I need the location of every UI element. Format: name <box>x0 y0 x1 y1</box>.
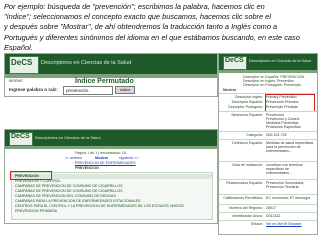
index-logo: DeCS <box>11 133 30 140</box>
field-value-record-number: 28517 <box>266 206 276 210</box>
decs-header-title: Descriptores en Ciencias de la Salud <box>41 60 132 66</box>
decs-search-screenshot: DeCS Descriptores en Ciencias de la Salu… <box>4 53 218 97</box>
decs-details-header-title: Descriptores en Ciencias de la Salud <box>249 59 312 63</box>
mesh-browser-link[interactable]: Ver en MeSH Browser <box>266 222 302 226</box>
show-button[interactable]: Mostrar <box>95 156 108 160</box>
field-name-unique-id: Identificador Único: <box>232 214 263 218</box>
field-value-unique-id: D011322 <box>266 214 281 218</box>
field-value-category: N02.421.726 <box>266 133 287 137</box>
field-name-descriptor-es: Descriptor Español: <box>231 100 263 104</box>
details-divider-5 <box>219 179 317 180</box>
list-item[interactable]: PREVENCION PRIMARIA <box>12 209 212 214</box>
field-name-category: Categoría: <box>246 133 263 137</box>
next-link[interactable]: siguiente >> <box>119 156 139 160</box>
translation-highlight-box <box>265 94 315 112</box>
decs-index-screenshot: DeCS Descriptores en Ciencias de la Salu… <box>4 129 218 224</box>
field-value-indexing-note: coordinar con términos específicos de en… <box>266 163 303 175</box>
descriptor-portuguese-summary: Descriptor en Portugués: Prevenção <box>243 83 301 87</box>
field-name-synonyms: Sinónimos Español: <box>231 113 263 117</box>
field-value-qualifiers: EC economía; ET etnología <box>266 196 311 200</box>
prev-link[interactable]: << anterior <box>65 156 82 160</box>
field-name-qualifiers: Calificadores Permitidos: <box>223 196 263 200</box>
details-divider-8 <box>219 212 317 213</box>
field-name-definition: Definición Español: <box>232 141 263 145</box>
field-value-definition: Medidas de salud específicas para la pre… <box>266 141 314 153</box>
index-button[interactable]: índice <box>115 86 135 94</box>
first-term: PREVENCION <box>75 166 99 170</box>
decs-details-header: DeCS Descriptores en Ciencias de la Salu… <box>219 54 317 70</box>
decs-details-logo: DeCS <box>225 57 244 64</box>
decs-logo: DeCS <box>11 58 33 67</box>
results-count: Página 1 de 1 | encontrados: 15 <box>75 151 126 155</box>
field-value-synonyms: Prevención Prevención y Control Medicina… <box>266 113 301 129</box>
details-divider-2 <box>219 131 317 132</box>
page-title: Índice Permutado <box>75 78 134 85</box>
details-header-band <box>219 70 317 73</box>
field-name-descriptor-en: Descriptor Inglés: <box>235 95 263 99</box>
details-divider-7 <box>219 204 317 205</box>
index-header: DeCS Descriptores en Ciencias de la Salu… <box>5 130 217 146</box>
search-label: Ingrese palabra o raíz: <box>9 87 58 92</box>
selection-highlight-box <box>10 171 52 180</box>
index-header-band <box>5 146 217 149</box>
details-divider-1 <box>219 111 317 112</box>
instruction-caption: Por ejemplo: búsqueda de "prevención"; e… <box>4 2 300 52</box>
index-header-title: Descriptores en Ciencias de la Salud <box>35 135 101 140</box>
field-name-related: Relacionados Español: <box>226 181 263 185</box>
details-divider-4 <box>219 161 317 162</box>
selected-term-link[interactable]: PREVENCION DE ENFERMEDADES <box>75 161 136 165</box>
tab-mostrar[interactable]: Mostrar <box>223 88 236 92</box>
field-value-related: Prevención Secundaria; Prevención Tercia… <box>266 181 305 189</box>
details-divider-6 <box>219 194 317 195</box>
details-divider-3 <box>219 139 317 140</box>
decs-header: DeCS Descriptores en Ciencias de la Salu… <box>5 54 217 74</box>
field-name-descriptor-pt: Descriptor Portugués: <box>228 105 263 109</box>
search-input[interactable]: prevención <box>63 86 113 95</box>
decs-details-screenshot: DeCS Descriptores en Ciencias de la Salu… <box>218 53 318 235</box>
field-name-link: Enlace: <box>251 222 263 226</box>
bireme-label: BIREME <box>9 79 23 83</box>
field-name-indexing-note: Nota de Indización: <box>232 163 263 167</box>
details-divider-9 <box>219 220 317 221</box>
field-name-record-number: Número del Registro: <box>229 206 263 210</box>
